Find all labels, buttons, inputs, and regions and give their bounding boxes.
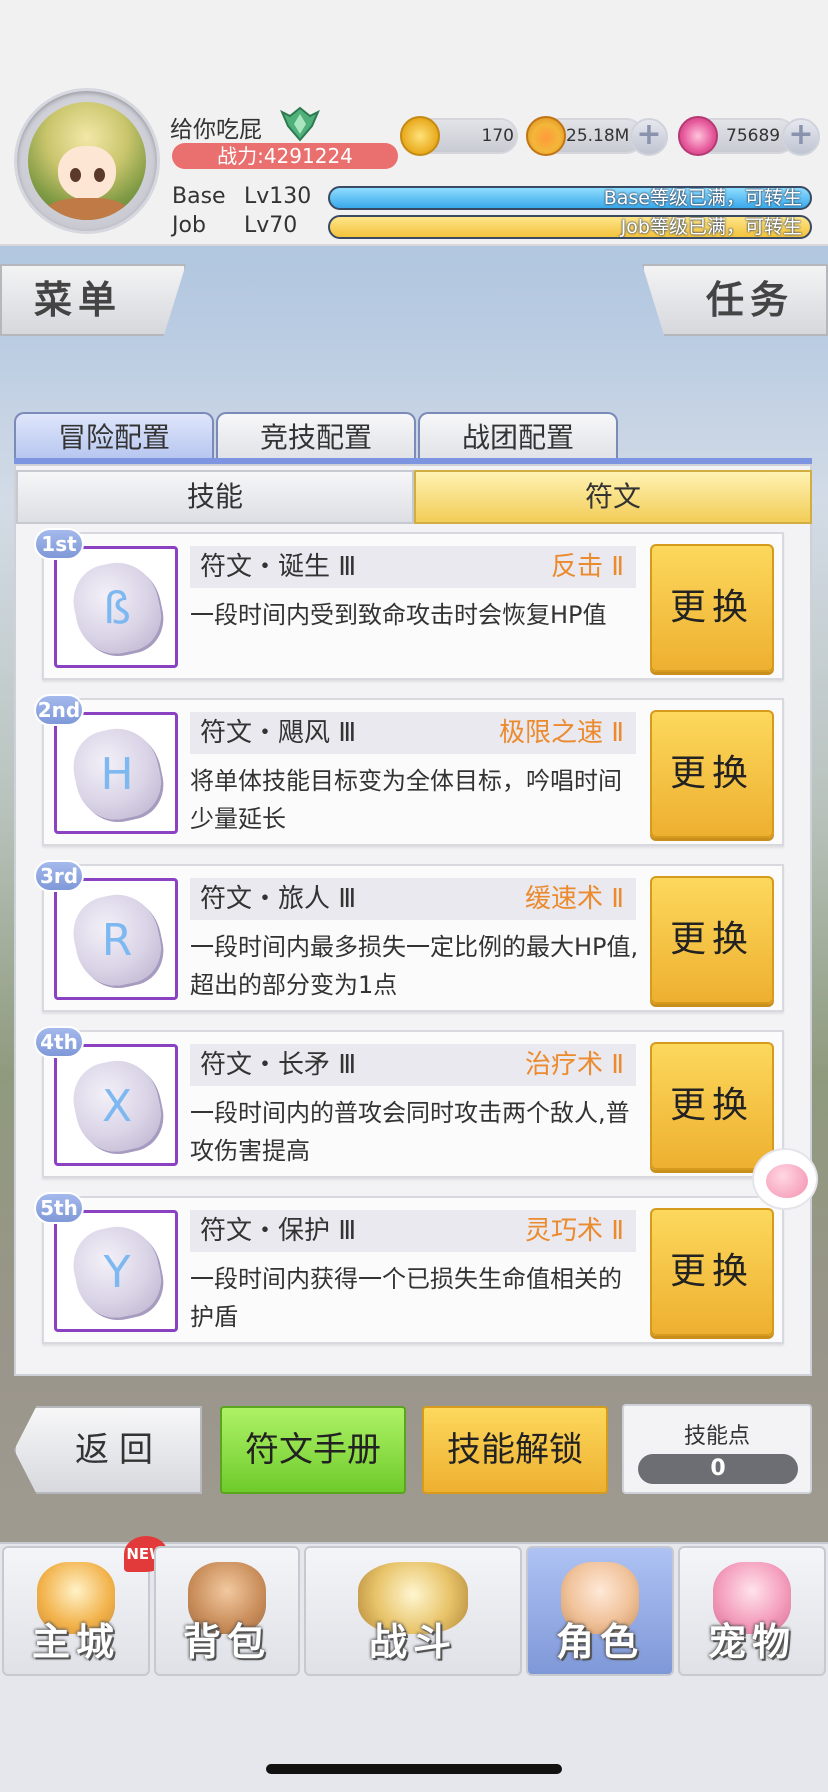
slot-order-badge: 5th: [34, 1192, 84, 1224]
rune-description: 一段时间内的普攻会同时攻击两个敌人,普攻伤害提高: [190, 1099, 630, 1165]
rune-header: 符文・保护 Ⅲ 灵巧术 Ⅱ: [190, 1210, 636, 1252]
rune-glyph: H: [100, 748, 134, 800]
rune-stone-icon: ß: [66, 555, 168, 661]
zeny-value: 170: [481, 126, 514, 146]
rune-header: 符文・飓风 Ⅲ 极限之速 Ⅱ: [190, 712, 636, 754]
menu-button[interactable]: 菜单: [0, 264, 186, 336]
base-label: Base: [172, 184, 226, 209]
rune-header: 符文・诞生 Ⅲ 反击 Ⅱ: [190, 546, 636, 588]
slot-order-badge: 2nd: [34, 694, 84, 726]
nav-character[interactable]: 角色: [526, 1546, 674, 1676]
swap-rune-button[interactable]: 更换: [650, 1208, 774, 1336]
rune-skill: 反击 Ⅱ: [550, 552, 624, 582]
slot-order-badge: 4th: [34, 1026, 84, 1058]
rune-glyph: R: [101, 914, 133, 966]
nav-label: 角色: [555, 1620, 644, 1664]
rune-glyph: X: [102, 1080, 133, 1132]
task-button[interactable]: 任务: [642, 264, 828, 336]
rune-header: 符文・长矛 Ⅲ 治疗术 Ⅱ: [190, 1044, 636, 1086]
rune-slot[interactable]: Y: [54, 1210, 178, 1332]
job-label: Job: [172, 213, 206, 238]
rank-emblem-icon: [280, 106, 320, 142]
skill-points-label: 技能点: [683, 1424, 750, 1449]
rune-skill: 治疗术 Ⅱ: [524, 1050, 624, 1080]
add-gold-button[interactable]: +: [630, 118, 668, 156]
nav-label: 宠物: [707, 1620, 796, 1664]
subtab-runes[interactable]: 符文: [414, 470, 812, 524]
rune-stone-icon: X: [66, 1053, 168, 1159]
rune-stone-icon: Y: [66, 1219, 168, 1325]
combat-power: 战力:4291224: [172, 143, 398, 169]
rune-description: 一段时间内受到致命攻击时会恢复HP值: [190, 601, 607, 629]
nav-battle[interactable]: 战斗: [304, 1546, 522, 1676]
home-indicator[interactable]: [266, 1764, 562, 1774]
base-status: Base等级已满，可转生: [603, 187, 802, 209]
floating-poring-icon[interactable]: [752, 1148, 818, 1210]
rune-name: 符文・旅人 Ⅲ: [200, 884, 357, 914]
rune-slot[interactable]: R: [54, 878, 178, 1000]
nav-label: 战斗: [368, 1620, 457, 1664]
nav-label: 背包: [182, 1620, 271, 1664]
swap-rune-button[interactable]: 更换: [650, 876, 774, 1004]
rune-description: 将单体技能目标变为全体目标，吟唱时间少量延长: [190, 767, 622, 833]
swap-rune-button[interactable]: 更换: [650, 710, 774, 838]
rune-description: 一段时间内最多损失一定比例的最大HP值,超出的部分变为1点: [190, 933, 639, 999]
job-exp-bar: Job等级已满，可转生: [328, 215, 812, 239]
zeny-coin-icon: [400, 116, 440, 156]
rune-slot[interactable]: ß: [54, 546, 178, 668]
rune-slot[interactable]: X: [54, 1044, 178, 1166]
subtab-skills[interactable]: 技能: [16, 470, 414, 524]
skill-points-value: 0: [638, 1454, 798, 1484]
nav-backpack[interactable]: 背包: [154, 1546, 300, 1676]
rune-glyph: Y: [103, 1246, 131, 1298]
swap-rune-button[interactable]: 更换: [650, 1042, 774, 1170]
rune-stone-icon: R: [66, 887, 168, 993]
slot-order-badge: 1st: [34, 528, 84, 560]
safe-area: [0, 1680, 828, 1792]
rune-glyph: ß: [103, 582, 131, 634]
rune-slot[interactable]: H: [54, 712, 178, 834]
rune-name: 符文・飓风 Ⅲ: [200, 718, 357, 748]
rune-name: 符文・诞生 Ⅲ: [200, 552, 357, 582]
player-name: 给你吃屁: [170, 117, 262, 143]
base-exp-bar: Base等级已满，可转生: [328, 186, 812, 210]
swap-rune-button[interactable]: 更换: [650, 544, 774, 672]
nav-label: 主城: [31, 1620, 120, 1664]
back-button[interactable]: 返回: [14, 1406, 202, 1494]
tab-arena-config[interactable]: 竞技配置: [216, 412, 416, 462]
rune-skill: 缓速术 Ⅱ: [524, 884, 624, 914]
rune-header: 符文・旅人 Ⅲ 缓速术 Ⅱ: [190, 878, 636, 920]
rune-name: 符文・保护 Ⅲ: [200, 1216, 357, 1246]
avatar[interactable]: [28, 102, 146, 220]
rune-skill: 灵巧术 Ⅱ: [524, 1216, 624, 1246]
pink-gem-icon: [678, 116, 718, 156]
job-status: Job等级已满，可转生: [620, 216, 802, 238]
rune-name: 符文・长矛 Ⅲ: [200, 1050, 357, 1080]
slot-order-badge: 3rd: [34, 860, 84, 892]
add-gem-button[interactable]: +: [782, 118, 820, 156]
gold-pouch-icon: [526, 116, 566, 156]
rune-description: 一段时间内获得一个已损失生命值相关的护盾: [190, 1265, 622, 1331]
skill-points-panel: 技能点 0: [622, 1404, 812, 1494]
gold-value: 25.18M: [566, 126, 630, 146]
gem-value: 75689: [726, 126, 781, 146]
rune-manual-button[interactable]: 符文手册: [220, 1406, 406, 1494]
skill-unlock-button[interactable]: 技能解锁: [422, 1406, 608, 1494]
tab-adventure-config[interactable]: 冒险配置: [14, 412, 214, 462]
rune-stone-icon: H: [66, 721, 168, 827]
rune-skill: 极限之速 Ⅱ: [498, 718, 624, 748]
nav-pet[interactable]: 宠物: [678, 1546, 826, 1676]
tab-guild-config[interactable]: 战团配置: [418, 412, 618, 462]
base-level: Lv130: [244, 184, 312, 209]
job-level: Lv70: [244, 213, 298, 238]
